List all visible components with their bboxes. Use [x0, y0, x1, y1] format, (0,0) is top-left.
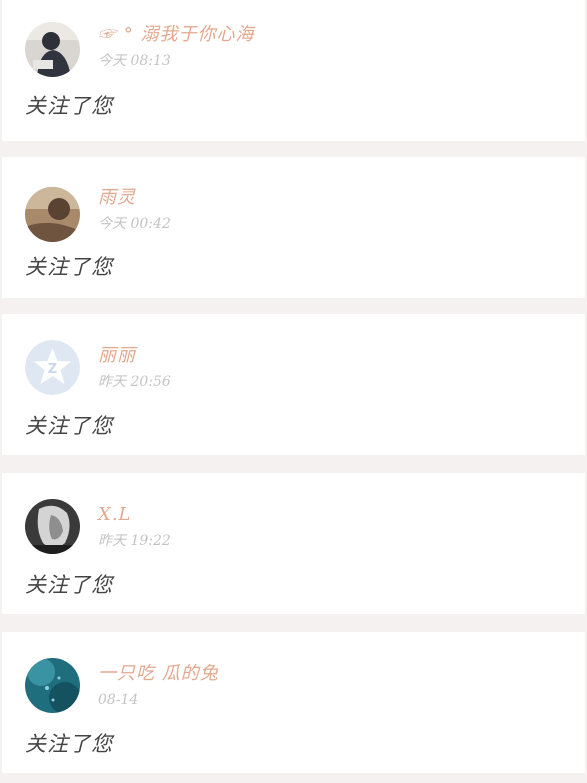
user-avatar-icon — [25, 22, 80, 77]
timestamp: 昨天 20:56 — [98, 374, 171, 390]
user-avatar-icon — [25, 658, 80, 713]
timestamp: 今天 08:13 — [98, 53, 171, 69]
avatar[interactable] — [25, 658, 80, 713]
svg-text:Z: Z — [48, 362, 57, 377]
notification-item[interactable]: 一只吃 瓜的兔 08-14 关注了您 — [2, 632, 585, 773]
notification-item[interactable]: ☞ ° 溺我于你心海 今天 08:13 关注了您 — [2, 0, 585, 141]
username[interactable]: 雨灵 — [98, 187, 136, 209]
avatar[interactable] — [25, 499, 80, 554]
username[interactable]: X.L — [98, 504, 132, 526]
username[interactable]: ☞ ° 溺我于你心海 — [98, 24, 254, 46]
default-avatar-star-z-icon: Z — [25, 340, 80, 395]
user-avatar-icon — [25, 187, 80, 242]
avatar[interactable] — [25, 187, 80, 242]
timestamp: 今天 00:42 — [98, 216, 171, 232]
username[interactable]: 一只吃 瓜的兔 — [98, 663, 219, 685]
avatar[interactable]: Z — [25, 340, 80, 395]
notification-message: 关注了您 — [25, 255, 113, 279]
notification-message: 关注了您 — [25, 414, 113, 438]
avatar[interactable] — [25, 22, 80, 77]
notification-message: 关注了您 — [25, 732, 113, 756]
notification-message: 关注了您 — [25, 94, 113, 118]
notification-item[interactable]: 雨灵 今天 00:42 关注了您 — [2, 157, 585, 298]
notification-item[interactable]: Z 丽丽 昨天 20:56 关注了您 — [2, 314, 585, 455]
timestamp: 昨天 19:22 — [98, 533, 171, 549]
notification-feed: ☞ ° 溺我于你心海 今天 08:13 关注了您 雨灵 今天 00:42 关注了… — [0, 0, 587, 783]
user-avatar-icon — [25, 499, 80, 554]
notification-item[interactable]: X.L 昨天 19:22 关注了您 — [2, 473, 585, 614]
username[interactable]: 丽丽 — [98, 345, 136, 367]
timestamp: 08-14 — [98, 692, 139, 708]
notification-message: 关注了您 — [25, 573, 113, 597]
